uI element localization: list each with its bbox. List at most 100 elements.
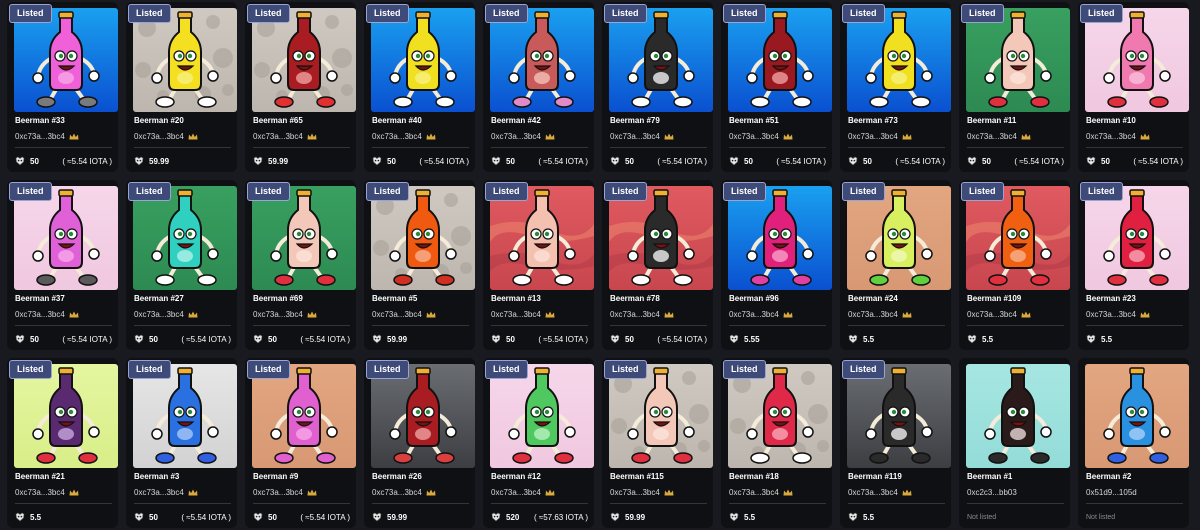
owner-address[interactable]: 0xc73a...3bc4 xyxy=(848,132,912,141)
nft-card[interactable]: Listed Beerman #23 0xc73a...3bc4 5.5 xyxy=(1078,180,1189,350)
nft-image[interactable] xyxy=(252,8,356,112)
nft-image[interactable] xyxy=(609,8,713,112)
owner-address[interactable]: 0xc73a...3bc4 xyxy=(15,488,79,497)
nft-image[interactable] xyxy=(1085,364,1189,468)
nft-card[interactable]: Listed Beerman #27 0xc73a...3bc4 50 ( ≈5.… xyxy=(126,180,237,350)
owner-address[interactable]: 0xc73a...3bc4 xyxy=(134,132,198,141)
nft-card[interactable]: Listed Beerman #9 0xc73a...3bc4 50 ( ≈5.5… xyxy=(245,358,356,528)
nft-card[interactable]: Listed Beerman #42 0xc73a...3bc4 50 ( ≈5.… xyxy=(483,2,594,172)
nft-image[interactable] xyxy=(14,186,118,290)
nft-image[interactable] xyxy=(490,364,594,468)
owner-address[interactable]: 0xc73a...3bc4 xyxy=(15,132,79,141)
nft-image[interactable] xyxy=(252,186,356,290)
nft-image[interactable] xyxy=(728,186,832,290)
nft-card[interactable]: Listed Beerman #5 0xc73a...3bc4 59.99 xyxy=(364,180,475,350)
nft-image[interactable] xyxy=(14,364,118,468)
nft-card[interactable]: Listed Beerman #12 0xc73a...3bc4 520 ( ≈5… xyxy=(483,358,594,528)
nft-image[interactable] xyxy=(609,364,713,468)
nft-card[interactable]: Listed Beerman #10 0xc73a...3bc4 50 ( ≈5.… xyxy=(1078,2,1189,172)
owner-address[interactable]: 0xc73a...3bc4 xyxy=(491,132,555,141)
nft-image[interactable] xyxy=(1085,186,1189,290)
nft-image[interactable] xyxy=(490,186,594,290)
nft-card[interactable]: Listed Beerman #109 0xc73a...3bc4 5.5 xyxy=(959,180,1070,350)
nft-card[interactable]: Beerman #1 0xc2c3...bb03 Not listed xyxy=(959,358,1070,528)
price-row: 5.5 xyxy=(848,333,945,345)
nft-card[interactable]: Listed Beerman #65 0xc73a...3bc4 59.99 xyxy=(245,2,356,172)
nft-image[interactable] xyxy=(1085,8,1189,112)
nft-image[interactable] xyxy=(371,8,475,112)
owner-address[interactable]: 0x51d9...105d xyxy=(1086,488,1137,497)
owner-address[interactable]: 0xc73a...3bc4 xyxy=(372,488,436,497)
owner-address[interactable]: 0xc73a...3bc4 xyxy=(848,488,912,497)
nft-image[interactable] xyxy=(133,186,237,290)
owner-address[interactable]: 0xc73a...3bc4 xyxy=(848,310,912,319)
nft-image[interactable] xyxy=(609,186,713,290)
nft-card[interactable]: Listed Beerman #37 0xc73a...3bc4 50 ( ≈5.… xyxy=(7,180,118,350)
card-divider xyxy=(134,325,231,326)
owner-address[interactable]: 0xc73a...3bc4 xyxy=(253,488,317,497)
iota-equivalent: ( ≈5.54 IOTA ) xyxy=(300,512,350,522)
nft-image[interactable] xyxy=(490,8,594,112)
owner-address[interactable]: 0xc73a...3bc4 xyxy=(491,488,555,497)
owner-address[interactable]: 0xc73a...3bc4 xyxy=(15,310,79,319)
nft-image[interactable] xyxy=(728,8,832,112)
nft-image[interactable] xyxy=(133,364,237,468)
nft-image[interactable] xyxy=(728,364,832,468)
card-divider xyxy=(729,325,826,326)
nft-image[interactable] xyxy=(14,8,118,112)
nft-card[interactable]: Listed Beerman #3 0xc73a...3bc4 50 ( ≈5.5… xyxy=(126,358,237,528)
price-value: 50 xyxy=(1101,156,1110,166)
listed-badge: Listed xyxy=(366,360,409,379)
owner-address[interactable]: 0xc73a...3bc4 xyxy=(729,132,793,141)
owner-address[interactable]: 0xc73a...3bc4 xyxy=(967,310,1031,319)
nft-image[interactable] xyxy=(133,8,237,112)
nft-card[interactable]: Listed Beerman #78 0xc73a...3bc4 50 ( ≈5.… xyxy=(602,180,713,350)
nft-card[interactable]: Listed Beerman #40 0xc73a...3bc4 50 ( ≈5.… xyxy=(364,2,475,172)
nft-card[interactable]: Listed Beerman #21 0xc73a...3bc4 5.5 xyxy=(7,358,118,528)
nft-image[interactable] xyxy=(847,8,951,112)
nft-card[interactable]: Listed Beerman #11 0xc73a...3bc4 50 ( ≈5.… xyxy=(959,2,1070,172)
nft-image[interactable] xyxy=(371,186,475,290)
owner-address[interactable]: 0xc73a...3bc4 xyxy=(372,310,436,319)
nft-name: Beerman #42 xyxy=(491,116,541,125)
nft-image[interactable] xyxy=(847,186,951,290)
owner-address[interactable]: 0xc73a...3bc4 xyxy=(610,310,674,319)
owner-address[interactable]: 0xc73a...3bc4 xyxy=(134,310,198,319)
nft-card[interactable]: Listed Beerman #115 0xc73a...3bc4 59.99 xyxy=(602,358,713,528)
owner-address[interactable]: 0xc73a...3bc4 xyxy=(1086,132,1150,141)
nft-card[interactable]: Listed Beerman #73 0xc73a...3bc4 50 ( ≈5.… xyxy=(840,2,951,172)
nft-image[interactable] xyxy=(371,364,475,468)
price-value: 50 xyxy=(744,156,753,166)
price-row: 5.5 xyxy=(848,511,945,523)
owner-address[interactable]: 0xc73a...3bc4 xyxy=(967,132,1031,141)
nft-card[interactable]: Listed Beerman #96 0xc73a...3bc4 5.55 xyxy=(721,180,832,350)
nft-card[interactable]: Listed Beerman #18 0xc73a...3bc4 5.5 xyxy=(721,358,832,528)
owner-address[interactable]: 0xc2c3...bb03 xyxy=(967,488,1017,497)
owner-address[interactable]: 0xc73a...3bc4 xyxy=(372,132,436,141)
owner-address[interactable]: 0xc73a...3bc4 xyxy=(491,310,555,319)
owner-address[interactable]: 0xc73a...3bc4 xyxy=(729,310,793,319)
nft-card[interactable]: Listed Beerman #79 0xc73a...3bc4 50 ( ≈5.… xyxy=(602,2,713,172)
nft-card[interactable]: Listed Beerman #69 0xc73a...3bc4 50 ( ≈5.… xyxy=(245,180,356,350)
nft-image[interactable] xyxy=(847,364,951,468)
nft-card[interactable]: Listed Beerman #33 0xc73a...3bc4 50 ( ≈5.… xyxy=(7,2,118,172)
nft-image[interactable] xyxy=(966,8,1070,112)
owner-address[interactable]: 0xc73a...3bc4 xyxy=(253,310,317,319)
owner-address[interactable]: 0xc73a...3bc4 xyxy=(729,488,793,497)
nft-card[interactable]: Listed Beerman #51 0xc73a...3bc4 50 ( ≈5.… xyxy=(721,2,832,172)
nft-card[interactable]: Listed Beerman #13 0xc73a...3bc4 50 ( ≈5.… xyxy=(483,180,594,350)
owner-address[interactable]: 0xc73a...3bc4 xyxy=(253,132,317,141)
nft-card[interactable]: Listed Beerman #20 0xc73a...3bc4 59.99 xyxy=(126,2,237,172)
owner-address[interactable]: 0xc73a...3bc4 xyxy=(610,132,674,141)
owner-address[interactable]: 0xc73a...3bc4 xyxy=(610,488,674,497)
nft-card[interactable]: Beerman #2 0x51d9...105d Not listed xyxy=(1078,358,1189,528)
nft-image[interactable] xyxy=(966,364,1070,468)
nft-card[interactable]: Listed Beerman #26 0xc73a...3bc4 59.99 xyxy=(364,358,475,528)
nft-card[interactable]: Listed Beerman #119 0xc73a...3bc4 5.5 xyxy=(840,358,951,528)
nft-image[interactable] xyxy=(966,186,1070,290)
owner-address[interactable]: 0xc73a...3bc4 xyxy=(134,488,198,497)
owner-address[interactable]: 0xc73a...3bc4 xyxy=(1086,310,1150,319)
nft-card[interactable]: Listed Beerman #24 0xc73a...3bc4 5.5 xyxy=(840,180,951,350)
card-divider xyxy=(729,147,826,148)
nft-image[interactable] xyxy=(252,364,356,468)
